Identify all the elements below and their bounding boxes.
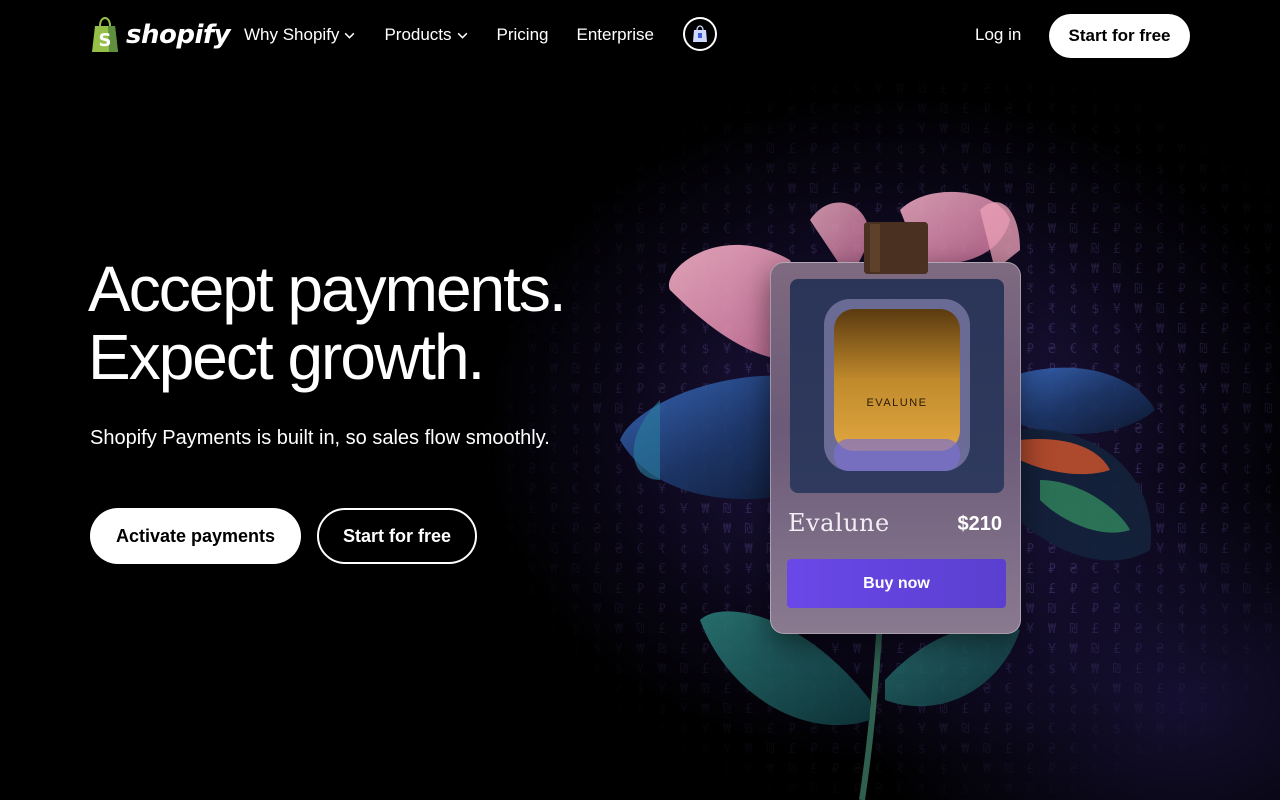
svg-text:S: S [99, 30, 112, 51]
main-nav: Why Shopify Products Pricing Enterprise [244, 25, 654, 45]
start-free-button-header[interactable]: Start for free [1049, 14, 1190, 58]
hero-subheadline: Shopify Payments is built in, so sales f… [90, 427, 550, 449]
product-image: EVALUNE [790, 279, 1004, 493]
headline-line-2: Expect growth. [88, 321, 485, 393]
start-free-button-hero[interactable]: Start for free [317, 508, 477, 564]
buy-now-button[interactable]: Buy now [787, 559, 1006, 608]
nav-products[interactable]: Products [384, 25, 468, 45]
bottle-label: EVALUNE [866, 397, 927, 409]
chevron-down-icon [457, 32, 467, 39]
logo-wordmark: shopify [126, 20, 231, 50]
site-header: S shopify Why Shopify Products Pricing E… [0, 0, 1280, 72]
product-name: Evalune [788, 509, 890, 537]
shopify-bag-icon: S [92, 17, 118, 52]
perfume-bottle-image: EVALUNE [824, 299, 970, 471]
login-link[interactable]: Log in [975, 25, 1021, 45]
chevron-down-icon [345, 32, 355, 39]
nav-pricing[interactable]: Pricing [497, 25, 549, 45]
nav-label: Why Shopify [244, 25, 340, 44]
nav-enterprise[interactable]: Enterprise [577, 25, 654, 45]
hero-headline: Accept payments. Expect growth. [88, 253, 567, 393]
nav-why-shopify[interactable]: Why Shopify [244, 25, 356, 45]
product-card: EVALUNE Evalune $210 Buy now [770, 262, 1021, 634]
nav-label: Enterprise [576, 25, 654, 44]
headline-line-1: Accept payments. [88, 253, 567, 325]
nav-label: Pricing [496, 25, 549, 44]
shopify-logo[interactable]: S shopify [90, 17, 231, 53]
perfume-cap-image [864, 222, 928, 274]
shopping-bag-icon [693, 25, 707, 42]
activate-payments-button[interactable]: Activate payments [90, 508, 301, 564]
nav-label: Products [384, 25, 452, 44]
product-price: $210 [957, 513, 1003, 535]
shop-app-button[interactable] [683, 17, 717, 51]
